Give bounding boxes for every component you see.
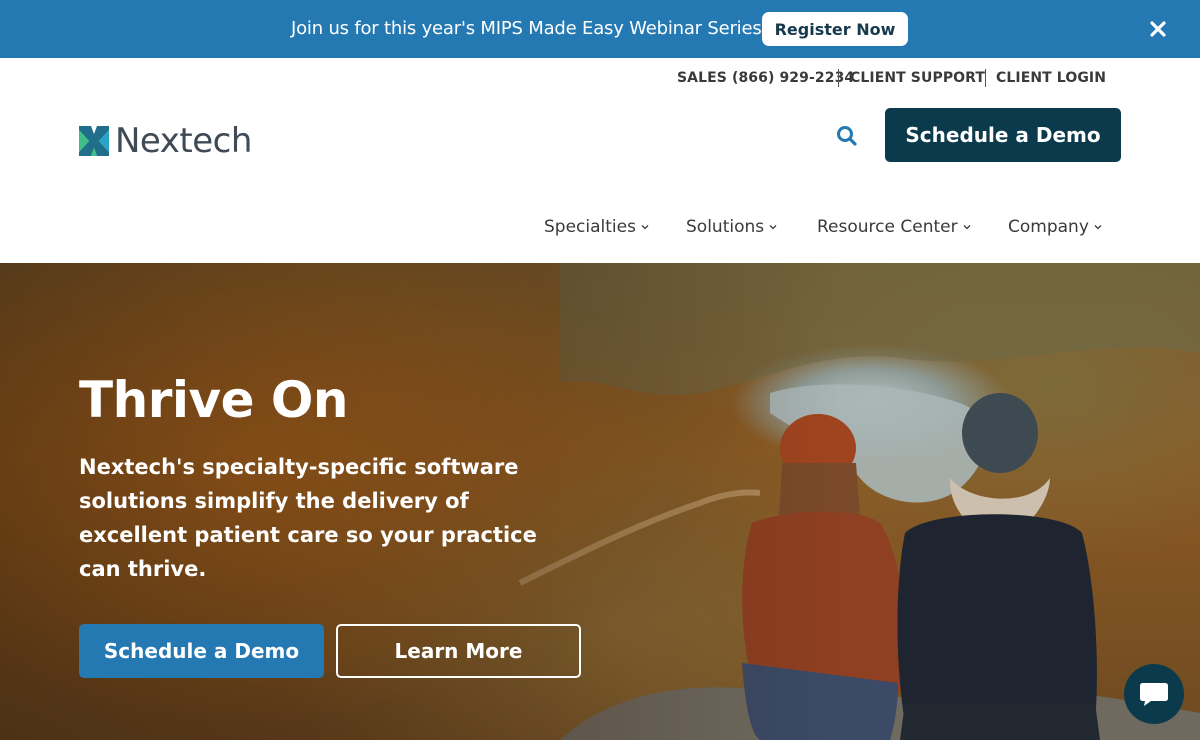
announcement-bar: Join us for this year's MIPS Made Easy W… — [0, 0, 1200, 58]
announcement-text: Join us for this year's MIPS Made Easy W… — [291, 18, 769, 39]
sales-phone-link[interactable]: SALES (866) 929-2234 — [677, 70, 854, 88]
close-icon[interactable] — [1148, 19, 1168, 39]
nav-label: Resource Center — [817, 217, 958, 237]
utility-divider — [985, 69, 986, 87]
hero-title: Thrive On — [79, 371, 349, 429]
chat-launcher-button[interactable] — [1124, 664, 1184, 724]
schedule-demo-hero-button[interactable]: Schedule a Demo — [79, 624, 324, 678]
hero-subtitle: Nextech's specialty-specific software so… — [79, 455, 537, 581]
search-icon[interactable] — [835, 124, 859, 148]
nav-resource-center[interactable]: Resource Center — [817, 216, 971, 238]
nav-solutions[interactable]: Solutions — [686, 216, 777, 238]
client-login-link[interactable]: CLIENT LOGIN — [996, 70, 1106, 88]
nav-label: Solutions — [686, 217, 765, 237]
nextech-logo-mark-icon — [79, 126, 109, 156]
brand-name: Nextech — [115, 121, 252, 161]
chevron-down-icon — [641, 225, 649, 230]
nav-label: Specialties — [544, 217, 636, 237]
schedule-demo-header-button[interactable]: Schedule a Demo — [885, 108, 1121, 162]
nextech-logo[interactable]: Nextech — [79, 122, 269, 160]
utility-divider — [838, 69, 839, 87]
client-support-link[interactable]: CLIENT SUPPORT — [850, 70, 985, 88]
nav-specialties[interactable]: Specialties — [544, 216, 649, 238]
chat-icon — [1140, 683, 1168, 706]
register-now-button[interactable]: Register Now — [762, 12, 908, 46]
chevron-down-icon — [1094, 225, 1102, 230]
nav-label: Company — [1008, 217, 1089, 237]
chevron-down-icon — [769, 225, 777, 230]
chevron-down-icon — [963, 225, 971, 230]
learn-more-button[interactable]: Learn More — [336, 624, 581, 678]
nav-company[interactable]: Company — [1008, 216, 1102, 238]
